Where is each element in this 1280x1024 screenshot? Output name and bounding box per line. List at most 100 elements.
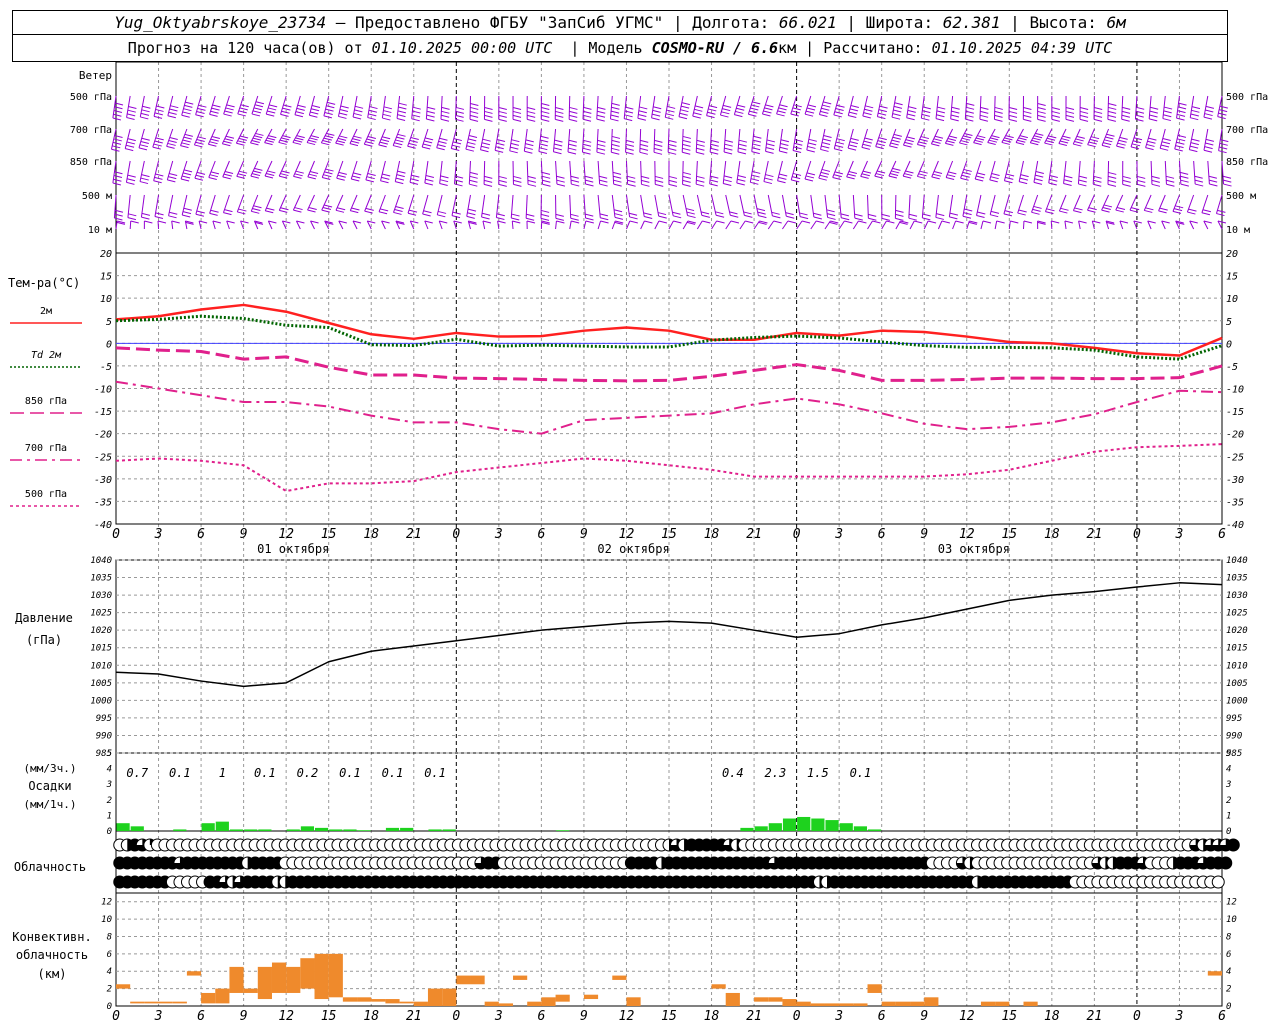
wind-barb [696, 220, 711, 230]
wind-barb [293, 160, 304, 179]
wind-barb-feather [469, 179, 478, 183]
wind-barb-feather [801, 220, 811, 224]
wind-barb-feather [936, 110, 945, 114]
precip-total-label: 2.3 [765, 766, 787, 780]
conv-bar [328, 953, 343, 998]
x-tick-label: 6 [537, 527, 545, 542]
wind-barb-feather [696, 175, 705, 179]
wind-barb-feather [184, 104, 193, 108]
wind-barb-feather [921, 113, 930, 117]
wind-barb-feather [1079, 118, 1089, 122]
wind-barb [569, 220, 580, 230]
wind-barb-feather [1094, 106, 1103, 110]
wind-barb-feather [862, 115, 871, 119]
x-tick-label: 3 [494, 1009, 503, 1024]
wind-barb-feather [994, 110, 1003, 114]
wind-barb [278, 194, 289, 213]
wind-barb-feather [668, 179, 678, 183]
wind-barb-feather [886, 220, 895, 224]
wind-barb-feather [238, 137, 247, 141]
wind-barb-feather [644, 216, 653, 220]
wind-barb-feather [668, 183, 678, 187]
wind-barb-feather [366, 138, 375, 142]
wind-barb [1107, 95, 1117, 122]
temp-tick-left: -10 [94, 385, 112, 396]
wind-barb-feather [223, 173, 233, 177]
wind-barb [1130, 128, 1143, 150]
wind-barb [1048, 160, 1058, 186]
wind-barb-feather [570, 213, 579, 217]
wind-barb-feather [639, 106, 648, 110]
wind-barb-feather [181, 142, 190, 146]
wind-barb-feather [936, 213, 945, 217]
wind-barb [265, 95, 278, 117]
wind-barb-feather [921, 117, 930, 121]
wind-barb-feather [111, 148, 120, 152]
wind-barb-feather [833, 174, 842, 178]
wind-barb-feather [209, 212, 218, 216]
pressure-tick-right: 1035 [1226, 574, 1248, 584]
wind-barb-feather [889, 172, 899, 176]
wind-barb [640, 220, 653, 230]
wind-barb [250, 160, 263, 179]
wind-barb-feather [1115, 209, 1124, 213]
conv-bar [286, 966, 301, 993]
wind-barb-feather [1008, 118, 1018, 122]
wind-barb-shaft [157, 220, 160, 230]
wind-barb-feather [408, 142, 417, 146]
wind-barb-feather [841, 217, 850, 221]
wind-barb-feather [974, 139, 983, 143]
wind-barb-feather [1023, 110, 1032, 114]
wind-barb [510, 194, 520, 221]
wind-barb-feather [351, 207, 360, 211]
wind-barb [709, 160, 719, 187]
wind-barb [181, 95, 194, 118]
wind-barb-feather [553, 151, 562, 155]
wind-barb-feather [393, 145, 402, 149]
wind-barb-feather [267, 170, 276, 174]
wind-barb [804, 160, 816, 182]
wind-barb-feather [1137, 179, 1146, 183]
x-tick-label: 9 [920, 1009, 928, 1024]
wind-barb [1161, 220, 1170, 230]
wind-barb-feather [1017, 212, 1026, 216]
wind-barb-feather [892, 167, 901, 171]
wind-barb [792, 128, 803, 154]
x-tick-label: 12 [278, 527, 294, 542]
wind-barb-feather [254, 167, 263, 171]
wind-barb-feather [1031, 211, 1040, 215]
precip-tick-left: 4 [107, 765, 112, 775]
wind-barb-feather [1176, 113, 1186, 117]
wind-barb-feather [624, 118, 633, 122]
wind-barb-feather [524, 146, 533, 150]
precip-bar [385, 827, 400, 831]
wind-barb-feather [790, 113, 799, 117]
wind-barb-feather [410, 178, 419, 182]
wind-barb-feather [1051, 118, 1060, 122]
conv-bar [300, 958, 315, 989]
wind-barb [820, 128, 832, 152]
pressure-tick-right: 1000 [1226, 696, 1248, 706]
wind-barb [763, 160, 774, 185]
wind-barb [654, 194, 667, 219]
x-tick-label: 0 [112, 1009, 120, 1024]
wind-barb [222, 160, 234, 180]
wind-level-label: 700 гПа [70, 125, 112, 136]
precip-bar [428, 829, 442, 831]
wind-barb [974, 160, 986, 182]
wind-barb [651, 95, 662, 121]
wind-barb [198, 220, 208, 230]
wind-barb [278, 160, 290, 179]
wind-barb-feather [351, 140, 360, 144]
pressure-tick-left: 1035 [90, 574, 112, 584]
wind-barb-feather [724, 143, 733, 147]
wind-barb-feather [467, 141, 476, 145]
wind-barb-feather [597, 110, 606, 114]
wind-barb [1129, 194, 1140, 213]
wind-barb-feather [296, 107, 305, 111]
wind-barb-feather [252, 208, 261, 212]
wind-barb-feather [786, 215, 795, 219]
wind-barb-feather [127, 138, 136, 142]
wind-barb [523, 128, 534, 154]
wind-barb [960, 160, 972, 181]
